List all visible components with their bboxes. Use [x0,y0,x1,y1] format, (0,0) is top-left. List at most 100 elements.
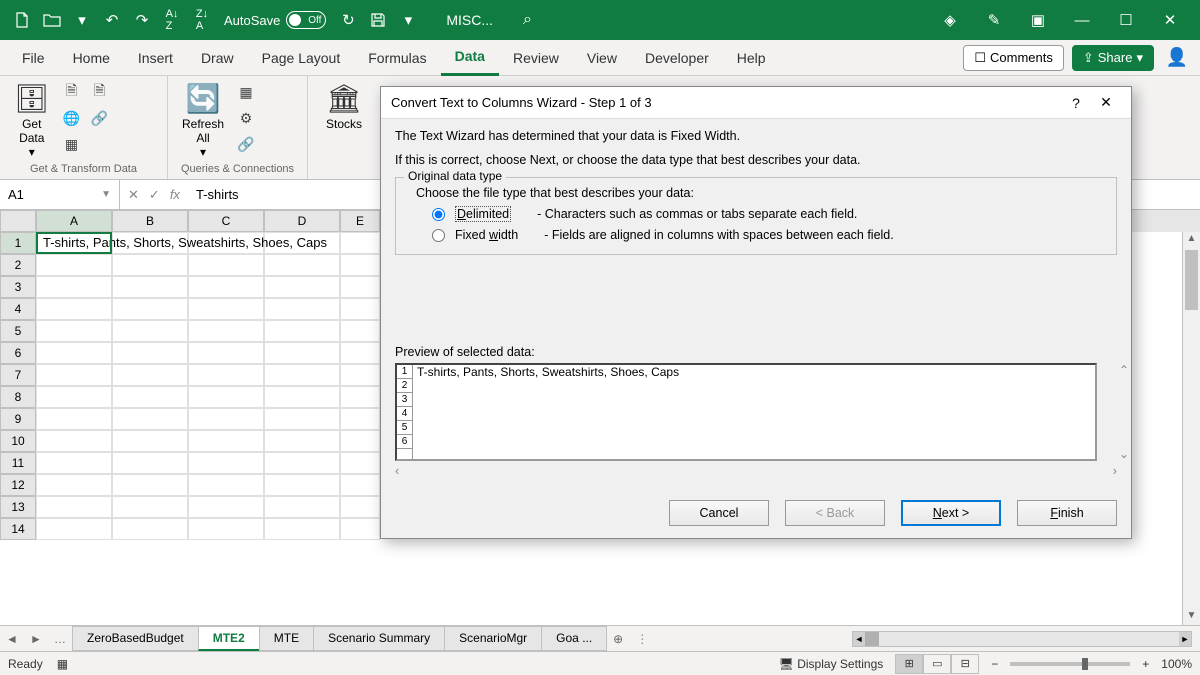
preview-vscroll[interactable]: ⌃⌄ [1119,363,1135,461]
col-header[interactable]: E [340,210,380,232]
row-header[interactable]: 5 [0,320,36,342]
cell[interactable] [36,518,112,540]
cell[interactable] [36,452,112,474]
preview-hscroll[interactable]: ‹› [395,463,1117,478]
edit-links-icon[interactable]: 🔗 [234,132,258,156]
scroll-thumb[interactable] [865,632,879,646]
row-header[interactable]: 7 [0,364,36,386]
cell[interactable] [112,254,188,276]
sheet-tab[interactable]: ZeroBasedBudget [72,626,199,651]
cell[interactable] [36,408,112,430]
vertical-scrollbar[interactable]: ▲ ▼ [1182,232,1200,625]
horizontal-scrollbar[interactable]: ◄ ► [852,631,1192,647]
cell[interactable] [340,320,380,342]
diamond-icon[interactable]: ◈ [928,6,972,34]
cell[interactable] [188,518,264,540]
row-header[interactable]: 14 [0,518,36,540]
cell[interactable] [188,364,264,386]
row-header[interactable]: 1 [0,232,36,254]
scroll-right-icon[interactable]: ► [1179,632,1191,646]
sheet-nav-next[interactable]: ► [24,632,48,646]
cell[interactable] [188,474,264,496]
cell[interactable] [36,342,112,364]
maximize-button[interactable]: ☐ [1104,6,1148,34]
cell[interactable] [340,276,380,298]
cell[interactable] [112,452,188,474]
cell[interactable] [264,452,340,474]
cell[interactable] [264,276,340,298]
cell[interactable] [188,342,264,364]
cell[interactable] [36,364,112,386]
cell[interactable] [112,298,188,320]
dropdown-icon[interactable]: ▼ [101,189,111,200]
cell[interactable] [264,342,340,364]
user-icon[interactable]: 👤 [1162,43,1192,73]
cell[interactable] [340,298,380,320]
cell[interactable] [188,386,264,408]
cell[interactable] [340,474,380,496]
cell[interactable] [264,430,340,452]
cell[interactable] [36,386,112,408]
fixed-width-radio[interactable] [432,229,445,242]
row-header[interactable]: 13 [0,496,36,518]
display-settings-button[interactable]: 🖥 Display Settings [779,657,884,671]
cell[interactable] [188,298,264,320]
col-header[interactable]: D [264,210,340,232]
cell[interactable] [264,320,340,342]
cell[interactable] [340,254,380,276]
cell[interactable] [340,496,380,518]
autosave-toggle[interactable]: AutoSave Off [224,11,326,29]
tab-insert[interactable]: Insert [124,40,187,76]
cell[interactable] [340,452,380,474]
cell[interactable] [36,298,112,320]
normal-view-button[interactable]: ⊞ [895,654,923,674]
zoom-level[interactable]: 100% [1161,657,1192,671]
tab-help[interactable]: Help [723,40,780,76]
cell[interactable] [112,430,188,452]
cell[interactable] [340,386,380,408]
select-all-corner[interactable] [0,210,36,232]
cell[interactable] [36,276,112,298]
dialog-titlebar[interactable]: Convert Text to Columns Wizard - Step 1 … [381,87,1131,119]
open-file-icon[interactable] [38,6,66,34]
sheet-tab[interactable]: ScenarioMgr [444,626,542,651]
close-dialog-button[interactable]: ✕ [1091,94,1121,111]
from-web-icon[interactable]: 🌐 [60,106,84,130]
cell[interactable] [36,320,112,342]
cell[interactable] [264,474,340,496]
cell[interactable] [112,408,188,430]
cell[interactable] [188,430,264,452]
enter-formula-icon[interactable]: ✓ [149,187,160,203]
cell[interactable] [188,254,264,276]
refresh-icon[interactable]: ↻ [334,6,362,34]
cell[interactable] [340,408,380,430]
sheet-tab[interactable]: MTE [259,626,314,651]
fx-icon[interactable]: fx [170,187,180,203]
tab-draw[interactable]: Draw [187,40,248,76]
cell[interactable] [188,452,264,474]
tab-developer[interactable]: Developer [631,40,723,76]
scroll-left-icon[interactable]: ◄ [853,632,865,646]
save-icon[interactable] [364,6,392,34]
refresh-all-button[interactable]: 🔄 Refresh All▾ [176,80,230,161]
tab-view[interactable]: View [573,40,631,76]
close-button[interactable]: ✕ [1148,6,1192,34]
row-header[interactable]: 3 [0,276,36,298]
scroll-thumb[interactable] [1185,250,1198,310]
row-header[interactable]: 9 [0,408,36,430]
row-header[interactable]: 11 [0,452,36,474]
cell[interactable] [340,364,380,386]
next-button[interactable]: Next > [901,500,1001,526]
col-header[interactable]: A [36,210,112,232]
cell[interactable] [188,408,264,430]
row-header[interactable]: 2 [0,254,36,276]
zoom-in-button[interactable]: + [1142,657,1149,671]
cell[interactable] [36,232,112,254]
cell[interactable] [112,518,188,540]
cell[interactable] [264,386,340,408]
stocks-button[interactable]: 🏛 Stocks [316,80,372,133]
queries-icon[interactable]: ▦ [234,80,258,104]
share-button[interactable]: ⇪ Share ▾ [1072,45,1154,71]
ribbon-display-icon[interactable]: ▣ [1016,6,1060,34]
cell[interactable] [36,254,112,276]
